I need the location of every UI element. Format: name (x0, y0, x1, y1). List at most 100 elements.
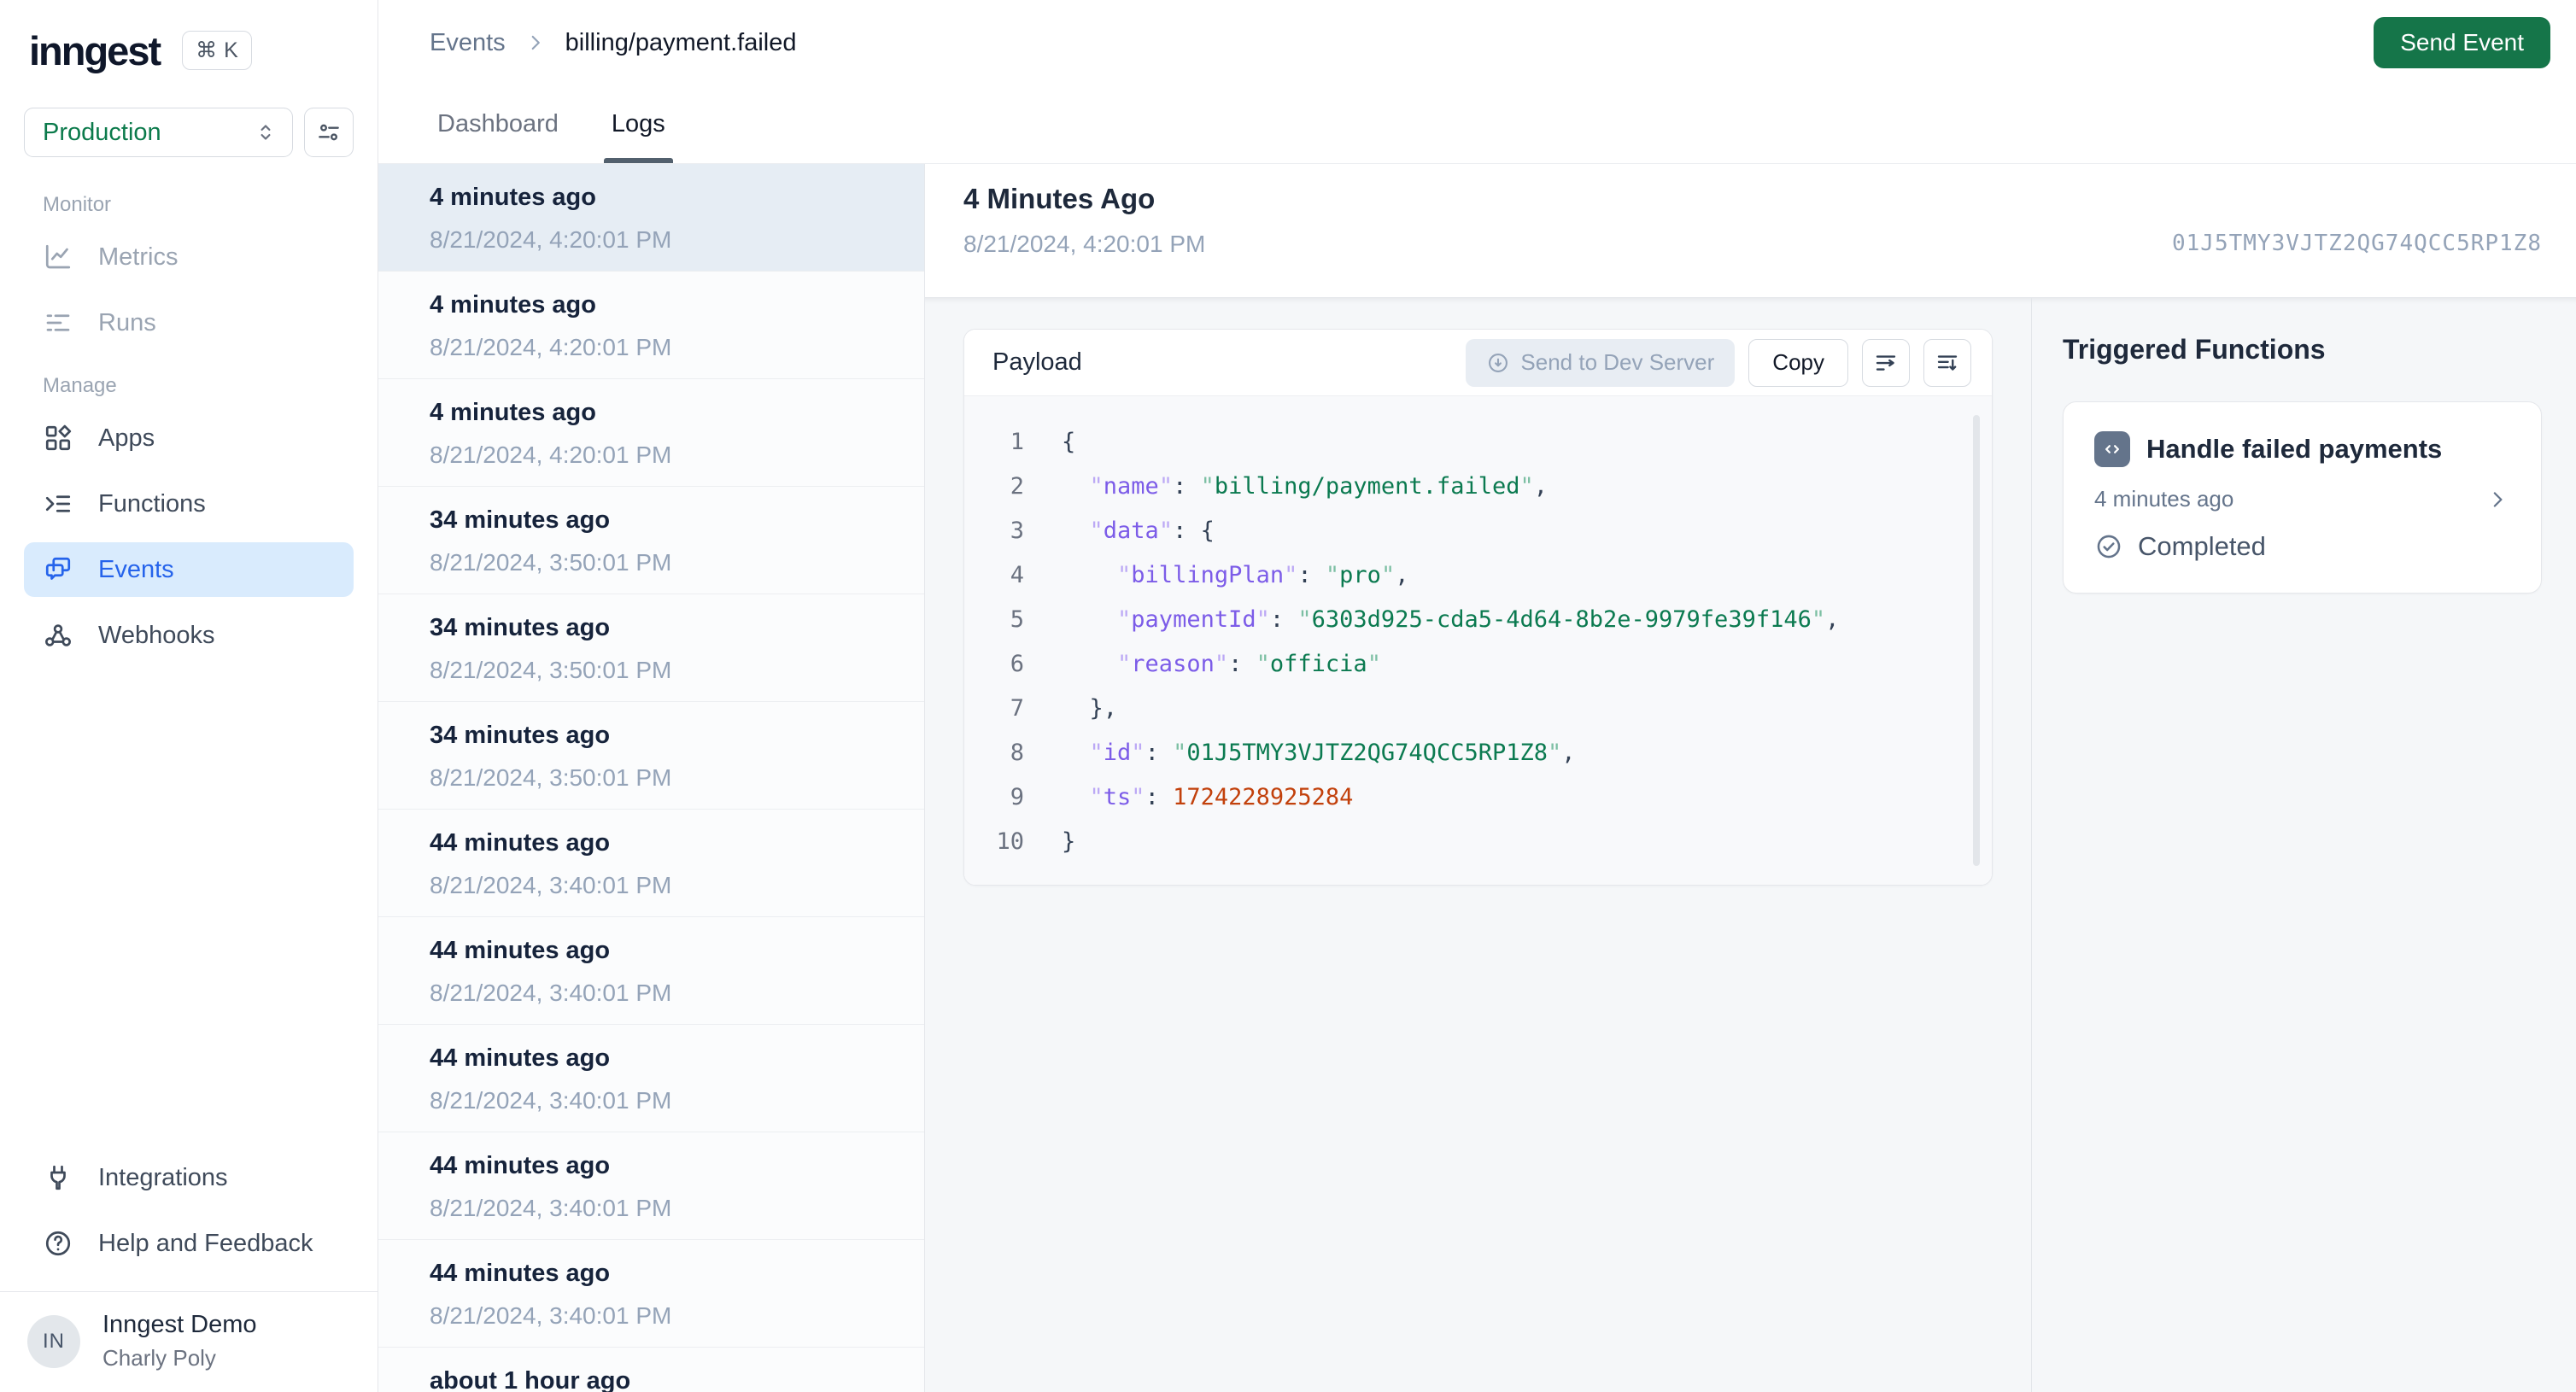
send-event-button[interactable]: Send Event (2374, 17, 2550, 68)
sidebar-item-events[interactable]: Events (24, 542, 354, 597)
event-log-item[interactable]: 4 minutes ago 8/21/2024, 4:20:01 PM (378, 164, 924, 272)
environment-selector[interactable]: Production (24, 108, 293, 157)
line-number: 5 (1010, 606, 1024, 633)
copy-button[interactable]: Copy (1748, 338, 1848, 387)
sidebar-item-help-and-feedback[interactable]: Help and Feedback (24, 1216, 354, 1271)
payload-json-code[interactable]: 1{ 2 "name": "billing/payment.failed", 3… (964, 396, 1992, 885)
sidebar-nav: Monitor Metrics Runs Manage Apps Functio… (24, 191, 354, 663)
event-timestamp: 8/21/2024, 4:20:01 PM (430, 334, 672, 360)
event-relative-time: 44 minutes ago (430, 937, 611, 964)
event-relative-time: 34 minutes ago (430, 614, 611, 641)
triggered-functions-list: Handle failed payments 4 minutes ago Com… (2063, 401, 2542, 594)
event-id: 01J5TMY3VJTZ2QG74QCC5RP1Z8 (2172, 231, 2542, 256)
app-root: inngest ⌘ K Production Monitor Metrics R… (0, 0, 2576, 1392)
environment-settings-button[interactable] (304, 108, 354, 157)
scroll-to-bottom-button[interactable] (1923, 338, 1971, 387)
sidebar-item-metrics[interactable]: Metrics (24, 230, 354, 284)
event-timestamp: 8/21/2024, 3:50:01 PM (430, 657, 672, 683)
avatar: IN (27, 1314, 80, 1368)
inngest-logo[interactable]: inngest (29, 27, 161, 74)
breadcrumb: Events billing/payment.failed (430, 29, 797, 57)
code-line: 9 "ts": 1724228925284 (964, 775, 1992, 820)
sidebar-item-label: Webhooks (98, 621, 215, 649)
tab-bar: Dashboard Logs (378, 85, 2576, 164)
payload-region: Payload Send to Dev Server Copy 1 {2 "n… (925, 298, 2031, 1392)
download-circle-icon (1489, 353, 1508, 372)
sidebar-item-label: Apps (98, 424, 155, 452)
send-to-dev-server-button[interactable]: Send to Dev Server (1466, 338, 1736, 387)
event-detail-title: 4 Minutes Ago (963, 183, 1156, 214)
metrics-icon (43, 242, 73, 272)
event-log-item[interactable]: 44 minutes ago 8/21/2024, 3:40:01 PM (378, 1132, 924, 1240)
sidebar-item-integrations[interactable]: Integrations (24, 1150, 354, 1205)
sidebar-item-label: Functions (98, 489, 206, 518)
sidebar: inngest ⌘ K Production Monitor Metrics R… (0, 0, 378, 1392)
nav-section-label: Manage (43, 374, 117, 397)
event-timestamp: 8/21/2024, 3:40:01 PM (430, 980, 672, 1006)
code-line: 8 "id": "01J5TMY3VJTZ2QG74QCC5RP1Z8", (964, 731, 1992, 775)
line-number: 4 (1010, 562, 1024, 588)
line-number: 8 (1010, 740, 1024, 766)
triggered-function-card[interactable]: Handle failed payments 4 minutes ago Com… (2063, 401, 2542, 594)
wrap-text-button[interactable] (1862, 338, 1910, 387)
event-detail-body: Payload Send to Dev Server Copy 1 {2 "n… (925, 297, 2576, 1392)
event-log-item[interactable]: 34 minutes ago 8/21/2024, 3:50:01 PM (378, 594, 924, 702)
event-detail-header: 4 Minutes Ago 8/21/2024, 4:20:01 PM 01J5… (925, 164, 2576, 297)
functions-icon (43, 488, 73, 519)
event-timestamp: 8/21/2024, 4:20:01 PM (430, 226, 672, 253)
event-relative-time: 34 minutes ago (430, 722, 611, 749)
event-relative-time: 44 minutes ago (430, 1260, 611, 1287)
wrap-text-icon (1876, 354, 1896, 371)
org-name: Inngest Demo (102, 1311, 257, 1338)
chevron-right-icon (531, 35, 540, 50)
tab-dashboard[interactable]: Dashboard (430, 85, 566, 163)
event-log-item[interactable]: 34 minutes ago 8/21/2024, 3:50:01 PM (378, 487, 924, 594)
environment-row: Production (24, 108, 354, 157)
code-line: 3 "data": { (964, 509, 1992, 553)
breadcrumb-events-link[interactable]: Events (430, 29, 506, 57)
command-k-shortcut[interactable]: ⌘ K (182, 31, 252, 70)
event-log-item[interactable]: about 1 hour ago (378, 1348, 924, 1392)
event-log-item[interactable]: 4 minutes ago 8/21/2024, 4:20:01 PM (378, 379, 924, 487)
event-log-item[interactable]: 44 minutes ago 8/21/2024, 3:40:01 PM (378, 917, 924, 1025)
help-icon (43, 1228, 73, 1259)
events-icon (43, 554, 73, 585)
line-number: 9 (1010, 784, 1024, 810)
tab-logs[interactable]: Logs (603, 85, 673, 163)
event-timestamp: 8/21/2024, 4:20:01 PM (430, 442, 672, 468)
nav-section-label: Monitor (43, 193, 112, 216)
line-number: 7 (1010, 695, 1024, 722)
sidebar-item-webhooks[interactable]: Webhooks (24, 608, 354, 663)
code-line: 10} (964, 820, 1992, 864)
function-run-time: 4 minutes ago (2094, 486, 2234, 512)
event-timestamp: 8/21/2024, 3:40:01 PM (430, 1087, 672, 1114)
event-relative-time: 4 minutes ago (430, 399, 596, 426)
event-relative-time: 44 minutes ago (430, 829, 611, 857)
code-line: 7 }, (964, 687, 1992, 731)
sidebar-item-apps[interactable]: Apps (24, 411, 354, 465)
sidebar-item-functions[interactable]: Functions (24, 477, 354, 531)
sidebar-item-runs[interactable]: Runs (24, 295, 354, 350)
event-log-item[interactable]: 44 minutes ago 8/21/2024, 3:40:01 PM (378, 810, 924, 917)
payload-card-header: Payload Send to Dev Server Copy (964, 330, 1992, 396)
line-number: 6 (1010, 651, 1024, 677)
line-number: 10 (996, 828, 1024, 855)
chevrons-up-down-icon (261, 125, 271, 140)
apps-icon (43, 423, 73, 453)
event-log-item[interactable]: 4 minutes ago 8/21/2024, 4:20:01 PM (378, 272, 924, 379)
code-line: 6 "reason": "officia" (964, 642, 1992, 687)
content-row: 4 minutes ago 8/21/2024, 4:20:01 PM 4 mi… (378, 164, 2576, 1392)
user-account[interactable]: IN Inngest Demo Charly Poly (0, 1291, 378, 1392)
user-name: Charly Poly (102, 1345, 216, 1371)
line-number: 2 (1010, 473, 1024, 500)
event-log-item[interactable]: 44 minutes ago 8/21/2024, 3:40:01 PM (378, 1240, 924, 1348)
shortcut-key-label: K (224, 38, 238, 62)
webhooks-icon (43, 620, 73, 651)
event-log-item[interactable]: 44 minutes ago 8/21/2024, 3:40:01 PM (378, 1025, 924, 1132)
event-log-item[interactable]: 34 minutes ago 8/21/2024, 3:50:01 PM (378, 702, 924, 810)
sidebar-footer-nav: Integrations Help and Feedback (24, 1139, 354, 1291)
sidebar-item-label: Help and Feedback (98, 1229, 313, 1257)
runs-icon (43, 307, 73, 338)
line-number: 3 (1010, 518, 1024, 544)
code-line: 2 "name": "billing/payment.failed", (964, 465, 1992, 509)
